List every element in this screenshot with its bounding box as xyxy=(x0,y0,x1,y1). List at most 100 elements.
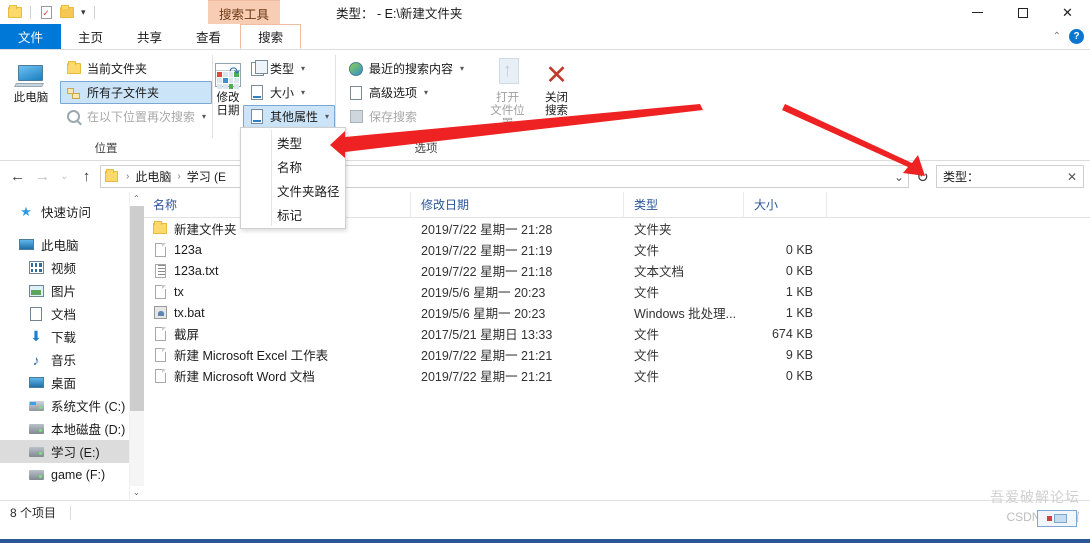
close-icon[interactable]: ✕ xyxy=(1067,170,1077,184)
file-name: 新建 Microsoft Word 文档 xyxy=(174,370,315,384)
maximize-button[interactable] xyxy=(1000,0,1045,25)
chevron-down-icon[interactable]: ▾ xyxy=(79,7,88,18)
navigation-pane-scrollbar[interactable]: ⌃ ⌄ xyxy=(129,192,144,500)
scroll-down-icon[interactable]: ⌄ xyxy=(133,486,140,500)
properties-icon[interactable]: ✓ xyxy=(37,3,55,21)
scroll-up-icon[interactable]: ⌃ xyxy=(133,192,140,206)
file-name-cell[interactable]: 新建 Microsoft Word 文档 xyxy=(143,366,411,385)
file-name-cell[interactable]: tx.bat xyxy=(143,305,411,321)
close-button[interactable]: ✕ xyxy=(1045,0,1090,25)
file-name: tx xyxy=(174,284,184,299)
chevron-down-icon[interactable]: ▾ xyxy=(202,112,206,121)
all-subfolders-button[interactable]: 所有子文件夹 xyxy=(59,81,212,104)
chevron-down-icon[interactable]: ▾ xyxy=(301,64,305,73)
column-header-type[interactable]: 类型 xyxy=(624,191,744,218)
breadcrumb-drive[interactable]: 学习 (E xyxy=(187,168,226,185)
sidebar-item-desktop[interactable]: 桌面 xyxy=(0,371,143,394)
current-folder-button[interactable]: 当前文件夹 xyxy=(60,57,212,80)
sidebar-item-pictures[interactable]: 图片 xyxy=(0,279,143,302)
file-name-cell[interactable]: 新建 Microsoft Excel 工作表 xyxy=(143,345,411,364)
sidebar-item-local-disk-d[interactable]: 本地磁盘 (D:) xyxy=(0,417,143,440)
folder-icon[interactable] xyxy=(6,3,24,21)
other-properties-dropdown-menu[interactable]: 类型 名称 文件夹路径 标记 xyxy=(240,127,346,229)
tab-share[interactable]: 共享 xyxy=(120,24,179,49)
file-name-cell[interactable]: tx xyxy=(143,284,411,300)
file-type-cell: 文件 xyxy=(634,370,660,384)
menu-item-folder-path[interactable]: 文件夹路径 xyxy=(241,178,345,202)
table-row[interactable]: tx.bat 2019/5/6 星期一 20:23 Windows 批处理...… xyxy=(143,302,1090,323)
table-row[interactable]: tx 2019/5/6 星期一 20:23 文件 1 KB xyxy=(143,281,1090,302)
table-row[interactable]: 123a.txt 2019/7/22 星期一 21:18 文本文档 0 KB xyxy=(143,260,1090,281)
close-search-button[interactable]: ✕ 关闭 搜索 xyxy=(537,56,576,118)
menu-item-name[interactable]: 名称 xyxy=(241,154,345,178)
file-icon xyxy=(153,284,167,300)
ribbon-group-location-label: 位置 xyxy=(94,143,118,155)
table-row[interactable]: 新建 Microsoft Word 文档 2019/7/22 星期一 21:21… xyxy=(143,365,1090,386)
recent-searches-button[interactable]: 最近的搜索内容 ▾ xyxy=(342,57,470,80)
current-folder-label: 当前文件夹 xyxy=(86,62,147,76)
search-again-in-button[interactable]: 在以下位置再次搜索 ▾ xyxy=(60,105,212,128)
context-tab-title: 搜索工具 xyxy=(208,0,281,27)
other-properties-button[interactable]: 其他属性 ▾ xyxy=(243,105,336,128)
file-name-cell[interactable]: 截屏 xyxy=(143,324,411,343)
sidebar-item-documents[interactable]: 文档 xyxy=(0,302,143,325)
document-icon xyxy=(249,109,265,125)
sidebar-item-drive-f[interactable]: game (F:) xyxy=(0,463,143,486)
desktop-icon xyxy=(28,375,44,391)
forward-button[interactable]: → xyxy=(31,165,54,188)
refresh-button[interactable]: ↻ xyxy=(911,165,934,188)
table-row[interactable]: 截屏 2017/5/21 星期日 13:33 文件 674 KB xyxy=(143,323,1090,344)
table-row[interactable]: 新建 Microsoft Excel 工作表 2019/7/22 星期一 21:… xyxy=(143,344,1090,365)
help-icon[interactable]: ? xyxy=(1069,29,1084,44)
minimize-button[interactable] xyxy=(955,0,1000,25)
sidebar-item-quick-access[interactable]: ★ 快速访问 xyxy=(0,200,143,223)
this-pc-button[interactable]: 此电脑 xyxy=(6,56,56,105)
file-name-cell[interactable]: 123a.txt xyxy=(143,263,411,279)
save-search-button[interactable]: 保存搜索 xyxy=(342,105,470,128)
address-dropdown-icon[interactable]: ⌄ xyxy=(894,170,904,184)
sidebar-item-label: 系统文件 (C:) xyxy=(51,400,126,414)
sidebar-item-videos[interactable]: 视频 xyxy=(0,256,143,279)
menu-item-kind[interactable]: 类型 xyxy=(241,130,345,154)
advanced-options-button[interactable]: 高级选项 ▾ xyxy=(342,81,470,104)
breadcrumb-separator: › xyxy=(126,171,130,182)
open-file-location-button[interactable]: ↑ 打开 文件位置 xyxy=(484,56,531,131)
breadcrumb-this-pc[interactable]: 此电脑 xyxy=(135,168,171,185)
menu-item-tags[interactable]: 标记 xyxy=(241,202,345,226)
tab-view[interactable]: 查看 xyxy=(179,24,238,49)
size-button[interactable]: 大小 ▾ xyxy=(243,81,335,104)
column-header-date[interactable]: 修改日期 xyxy=(411,191,624,218)
tab-strip-right-controls: ⌃ ? xyxy=(1053,24,1084,49)
file-name-cell[interactable]: 123a xyxy=(143,242,411,258)
search-input[interactable]: 类型： ✕ xyxy=(936,165,1084,188)
tab-search[interactable]: 搜索 xyxy=(240,24,302,49)
scrollbar-track[interactable] xyxy=(129,206,144,486)
drive-icon xyxy=(28,444,44,460)
star-icon: ★ xyxy=(20,203,32,219)
tab-file[interactable]: 文件 xyxy=(0,24,62,49)
chevron-down-icon[interactable]: ▾ xyxy=(325,112,329,121)
sidebar-item-downloads[interactable]: ⬇ 下载 xyxy=(0,325,143,348)
breadcrumb[interactable]: › 此电脑 › 学习 (E ⌄ xyxy=(100,165,909,188)
chevron-down-icon[interactable]: ▾ xyxy=(424,88,428,97)
divider xyxy=(93,5,95,19)
column-header-size[interactable]: 大小 xyxy=(744,191,827,218)
up-button[interactable]: ↑ xyxy=(75,165,98,188)
chevron-down-icon[interactable]: ▾ xyxy=(460,64,464,73)
sidebar-item-this-pc[interactable]: 此电脑 xyxy=(0,233,143,256)
date-modified-button[interactable]: ↷ 修改日期 xyxy=(213,56,243,118)
tab-home[interactable]: 主页 xyxy=(61,24,120,49)
file-date-cell: 2019/7/22 星期一 21:21 xyxy=(421,349,553,363)
recent-locations-button[interactable]: ⌄ xyxy=(56,165,73,188)
collapse-ribbon-icon[interactable]: ⌃ xyxy=(1053,31,1061,42)
chevron-down-icon[interactable]: ▾ xyxy=(301,88,305,97)
folder-icon xyxy=(105,169,118,182)
sidebar-item-system-drive-c[interactable]: 系统文件 (C:) xyxy=(0,394,143,417)
scrollbar-thumb[interactable] xyxy=(129,206,144,411)
kind-button[interactable]: 类型 ▾ xyxy=(243,57,335,80)
back-button[interactable]: ← xyxy=(6,165,29,188)
table-row[interactable]: 123a 2019/7/22 星期一 21:19 文件 0 KB xyxy=(143,239,1090,260)
new-folder-icon[interactable] xyxy=(58,3,76,21)
sidebar-item-drive-e[interactable]: 学习 (E:) xyxy=(0,440,143,463)
sidebar-item-music[interactable]: ♪ 音乐 xyxy=(0,348,143,371)
